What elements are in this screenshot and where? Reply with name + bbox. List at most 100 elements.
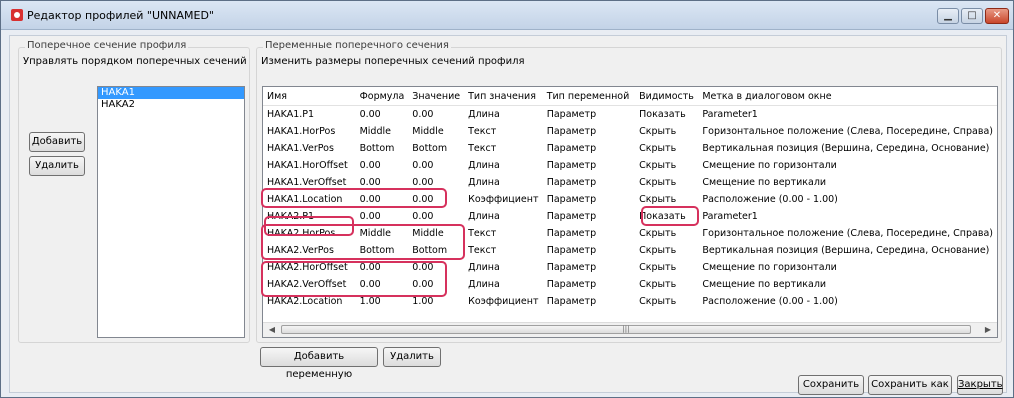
cell-formula[interactable]: 0.00 xyxy=(356,106,409,124)
cell-name[interactable]: HAKA1.Location xyxy=(263,191,356,208)
cell-value[interactable]: 0.00 xyxy=(408,191,464,208)
cell-formula[interactable]: 1.00 xyxy=(356,293,409,310)
table-row[interactable]: HAKA2.VerPos Bottom Bottom Текст Параметр Скр… xyxy=(263,242,997,259)
cell-dialog-label[interactable]: Горизонтальное положение (Слева, Посеред… xyxy=(698,225,997,242)
cell-variable-type[interactable]: Параметр xyxy=(543,174,635,191)
cell-name[interactable]: HAKA2.P1 xyxy=(263,208,356,225)
cell-value[interactable]: 0.00 xyxy=(408,208,464,225)
delete-variable-button[interactable]: Удалить xyxy=(383,347,441,367)
title-bar[interactable]: Редактор профилей "UNNAMED" ▁ □ ✕ xyxy=(1,1,1013,30)
cell-visibility[interactable]: Показать xyxy=(635,208,698,225)
cell-formula[interactable]: 0.00 xyxy=(356,157,409,174)
cell-value[interactable]: Bottom xyxy=(408,242,464,259)
cell-visibility[interactable]: Скрыть xyxy=(635,123,698,140)
cell-variable-type[interactable]: Параметр xyxy=(543,208,635,225)
column-header-dialog-label[interactable]: Метка в диалоговом окне xyxy=(698,87,997,106)
cell-name[interactable]: HAKA2.VerPos xyxy=(263,242,356,259)
table-row[interactable]: HAKA1.Location 0.00 0.00 Коэффициент Парамет… xyxy=(263,191,997,208)
table-row[interactable]: HAKA2.HorOffset 0.00 0.00 Длина Параметр Скры… xyxy=(263,259,997,276)
cell-dialog-label[interactable]: Горизонтальное положение (Слева, Посеред… xyxy=(698,123,997,140)
cell-variable-type[interactable]: Параметр xyxy=(543,242,635,259)
cell-visibility[interactable]: Показать xyxy=(635,106,698,124)
cell-value[interactable]: 0.00 xyxy=(408,174,464,191)
cell-name[interactable]: HAKA2.HorOffset xyxy=(263,259,356,276)
cell-visibility[interactable]: Скрыть xyxy=(635,276,698,293)
cell-formula[interactable]: 0.00 xyxy=(356,208,409,225)
minimize-button[interactable]: ▁ xyxy=(937,8,959,24)
cell-value-type[interactable]: Текст xyxy=(464,140,543,157)
cell-visibility[interactable]: Скрыть xyxy=(635,174,698,191)
cell-value-type[interactable]: Текст xyxy=(464,225,543,242)
cell-visibility[interactable]: Скрыть xyxy=(635,242,698,259)
cell-variable-type[interactable]: Параметр xyxy=(543,191,635,208)
cell-name[interactable]: HAKA1.VerOffset xyxy=(263,174,356,191)
cell-variable-type[interactable]: Параметр xyxy=(543,259,635,276)
cross-section-list[interactable]: HAKA1 HAKA2 xyxy=(97,86,245,338)
cell-variable-type[interactable]: Параметр xyxy=(543,157,635,174)
column-header-value[interactable]: Значение xyxy=(408,87,465,106)
cell-value[interactable]: 1.00 xyxy=(408,293,464,310)
cell-value[interactable]: 0.00 xyxy=(408,106,464,124)
cell-visibility[interactable]: Скрыть xyxy=(635,140,698,157)
cell-dialog-label[interactable]: Расположение (0.00 - 1.00) xyxy=(698,293,997,310)
maximize-button[interactable]: □ xyxy=(961,8,983,24)
cell-value-type[interactable]: Длина xyxy=(464,276,543,293)
add-variable-button[interactable]: Добавить переменную xyxy=(260,347,378,380)
cell-formula[interactable]: Middle xyxy=(356,225,409,242)
table-row[interactable]: HAKA1.P1 0.00 0.00 Длина Параметр Показать Par… xyxy=(263,106,997,124)
table-row[interactable]: HAKA1.VerPos Bottom Bottom Текст Параметр Скр… xyxy=(263,140,997,157)
scroll-left-icon[interactable]: ◀ xyxy=(265,323,279,337)
close-window-button[interactable]: ✕ xyxy=(985,8,1009,24)
cell-name[interactable]: HAKA1.P1 xyxy=(263,106,356,124)
table-row[interactable]: HAKA2.P1 0.00 0.00 Длина Параметр Показать Par… xyxy=(263,208,997,225)
cell-value-type[interactable]: Длина xyxy=(464,174,543,191)
column-header-name[interactable]: Имя xyxy=(263,87,356,106)
list-item[interactable]: HAKA2 xyxy=(98,99,244,111)
table-row[interactable]: HAKA2.VerOffset 0.00 0.00 Длина Параметр Скры… xyxy=(263,276,997,293)
cell-value-type[interactable]: Длина xyxy=(464,157,543,174)
cell-name[interactable]: HAKA1.HorPos xyxy=(263,123,356,140)
cell-dialog-label[interactable]: Смещение по вертикали xyxy=(698,174,997,191)
variables-table[interactable]: Имя Формула Значение Тип значения Тип пе… xyxy=(262,86,998,338)
cell-name[interactable]: HAKA1.HorOffset xyxy=(263,157,356,174)
close-button[interactable]: Закрыть xyxy=(957,375,1003,395)
cell-variable-type[interactable]: Параметр xyxy=(543,276,635,293)
cell-dialog-label[interactable]: Расположение (0.00 - 1.00) xyxy=(698,191,997,208)
cell-value-type[interactable]: Текст xyxy=(464,123,543,140)
cell-formula[interactable]: Bottom xyxy=(356,242,409,259)
list-item[interactable]: HAKA1 xyxy=(98,87,244,99)
cell-value-type[interactable]: Длина xyxy=(464,208,543,225)
cell-dialog-label[interactable]: Вертикальная позиция (Вершина, Середина,… xyxy=(698,242,997,259)
save-as-button[interactable]: Сохранить как xyxy=(868,375,952,395)
column-header-formula[interactable]: Формула xyxy=(355,87,409,106)
cell-value[interactable]: 0.00 xyxy=(408,157,464,174)
cell-value-type[interactable]: Коэффициент xyxy=(464,191,543,208)
cell-visibility[interactable]: Скрыть xyxy=(635,157,698,174)
cell-formula[interactable]: 0.00 xyxy=(356,276,409,293)
cell-dialog-label[interactable]: Вертикальная позиция (Вершина, Середина,… xyxy=(698,140,997,157)
cell-dialog-label[interactable]: Смещение по вертикали xyxy=(698,276,997,293)
cell-dialog-label[interactable]: Parameter1 xyxy=(698,106,997,124)
cell-visibility[interactable]: Скрыть xyxy=(635,293,698,310)
table-row[interactable]: HAKA1.VerOffset 0.00 0.00 Длина Параметр Скры… xyxy=(263,174,997,191)
horizontal-scrollbar[interactable]: ◀ ||| ▶ xyxy=(263,322,997,337)
cell-name[interactable]: HAKA2.HorPos xyxy=(263,225,356,242)
cell-value[interactable]: 0.00 xyxy=(408,259,464,276)
table-row[interactable]: HAKA1.HorPos Middle Middle Текст Параметр Скр… xyxy=(263,123,997,140)
cell-variable-type[interactable]: Параметр xyxy=(543,106,635,124)
cell-visibility[interactable]: Скрыть xyxy=(635,225,698,242)
cell-variable-type[interactable]: Параметр xyxy=(543,225,635,242)
cell-value[interactable]: Middle xyxy=(408,123,464,140)
cell-variable-type[interactable]: Параметр xyxy=(543,140,635,157)
save-button[interactable]: Сохранить xyxy=(798,375,864,395)
cell-dialog-label[interactable]: Смещение по горизонтали xyxy=(698,259,997,276)
cell-value-type[interactable]: Текст xyxy=(464,242,543,259)
cell-value-type[interactable]: Коэффициент xyxy=(464,293,543,310)
cell-value[interactable]: Bottom xyxy=(408,140,464,157)
table-row[interactable]: HAKA2.Location 1.00 1.00 Коэффициент Парамет… xyxy=(263,293,997,310)
table-row[interactable]: HAKA1.HorOffset 0.00 0.00 Длина Параметр Скры… xyxy=(263,157,997,174)
delete-cross-section-button[interactable]: Удалить xyxy=(29,156,85,176)
cell-variable-type[interactable]: Параметр xyxy=(543,293,635,310)
column-header-value-type[interactable]: Тип значения xyxy=(464,87,543,106)
table-row[interactable]: HAKA2.HorPos Middle Middle Текст Параметр Скр… xyxy=(263,225,997,242)
